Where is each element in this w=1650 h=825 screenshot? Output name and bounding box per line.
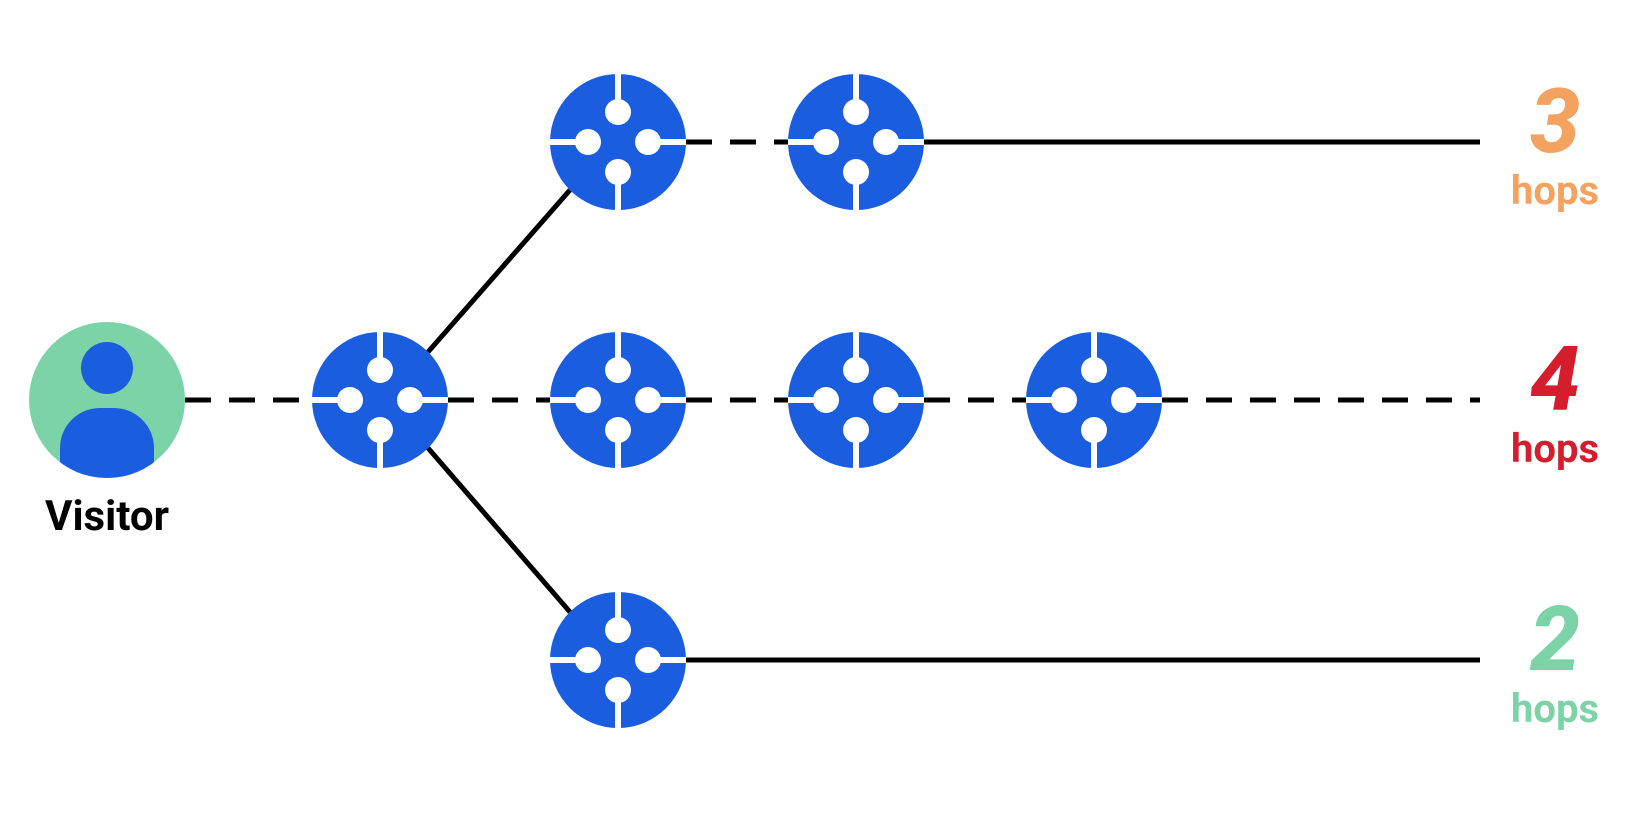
visitor-label: Visitor bbox=[45, 492, 169, 541]
node-mid-1 bbox=[550, 332, 686, 468]
hop-label-middle: 4hops bbox=[1511, 327, 1599, 472]
node-mid-2 bbox=[788, 332, 924, 468]
hop-label-top: 3hops bbox=[1511, 69, 1599, 214]
hop-word: hops bbox=[1511, 167, 1599, 214]
node-mid-3 bbox=[1026, 332, 1162, 468]
hop-word: hops bbox=[1511, 685, 1599, 732]
hop-word: hops bbox=[1511, 425, 1599, 472]
hop-label-bottom: 2hops bbox=[1511, 587, 1599, 732]
hop-count: 3 bbox=[1530, 69, 1580, 174]
hop-diagram: Visitor 3hops4hops2hops bbox=[0, 0, 1650, 825]
hop-count: 4 bbox=[1530, 327, 1580, 432]
hop-labels: 3hops4hops2hops bbox=[1511, 69, 1599, 732]
node-root bbox=[312, 332, 448, 468]
node-top-1 bbox=[550, 74, 686, 210]
hop-count: 2 bbox=[1529, 587, 1580, 692]
node-top-2 bbox=[788, 74, 924, 210]
node-bot-1 bbox=[550, 592, 686, 728]
